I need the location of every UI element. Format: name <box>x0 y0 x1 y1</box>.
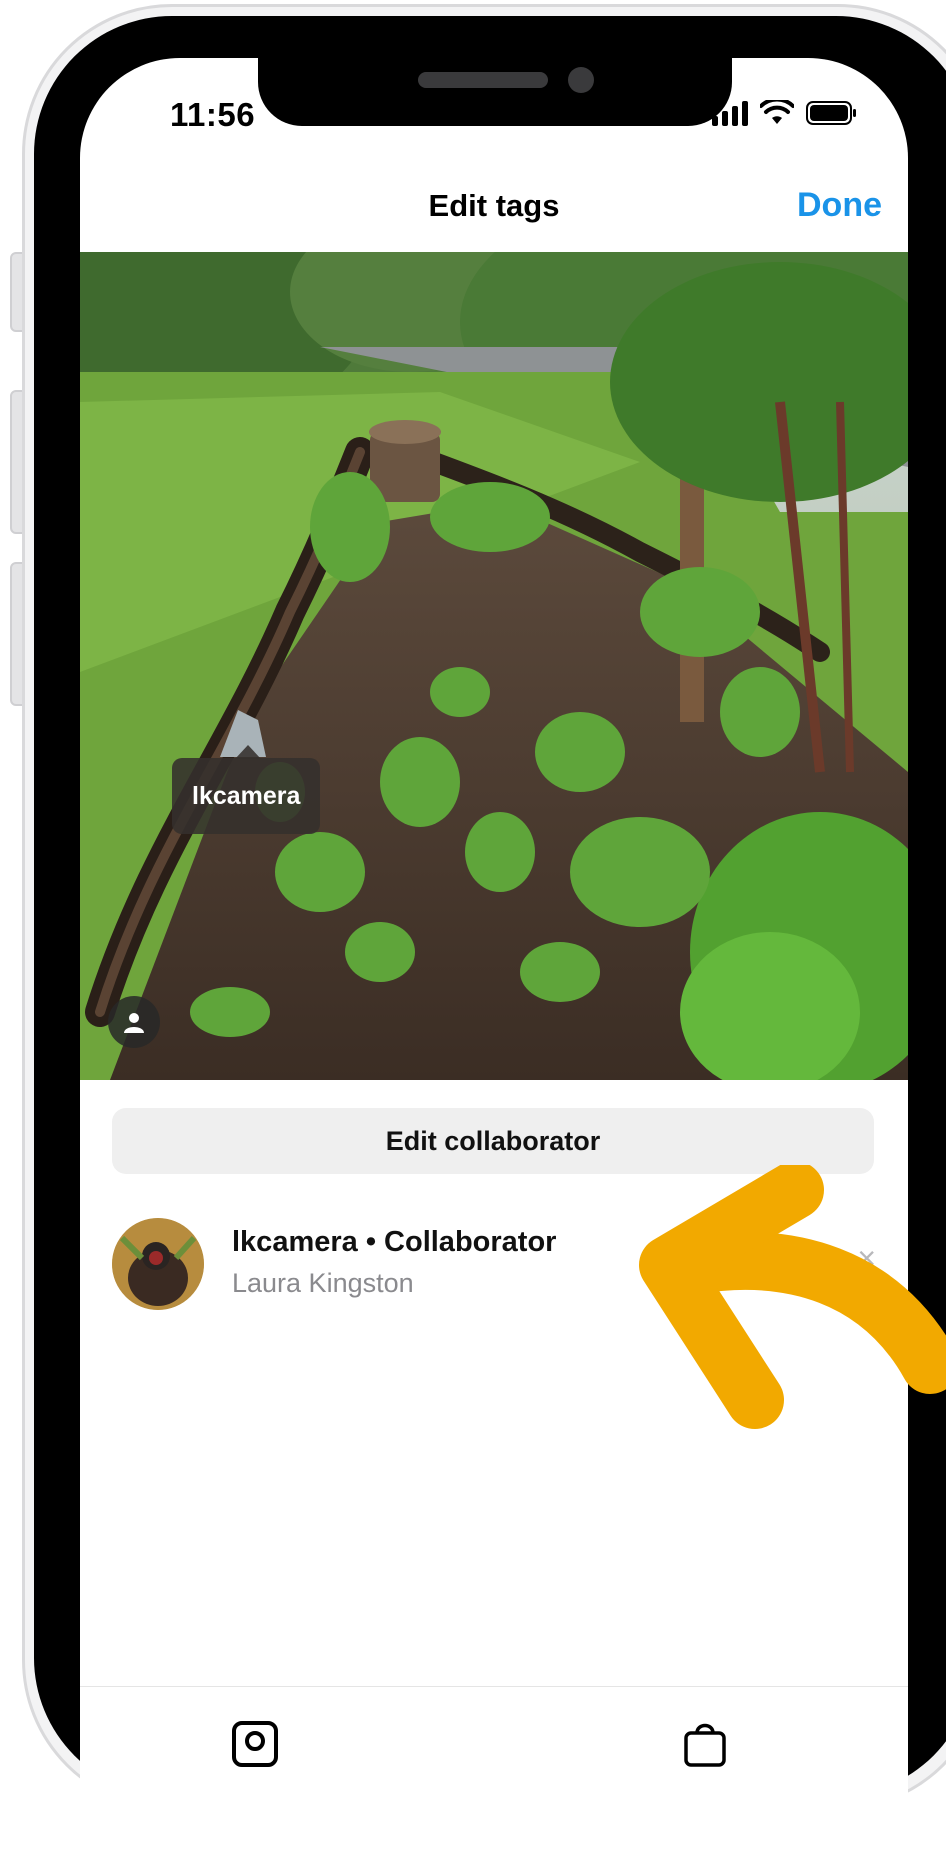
done-button[interactable]: Done <box>797 186 882 225</box>
page-title: Edit tags <box>428 188 560 223</box>
notch <box>258 58 732 126</box>
avatar <box>112 1218 204 1310</box>
collaborator-title: lkcamera • Collaborator <box>232 1226 557 1258</box>
front-camera <box>568 67 594 93</box>
tag-people-icon[interactable] <box>230 1719 280 1769</box>
battery-icon <box>806 101 856 125</box>
bottom-tab-bar <box>80 1686 908 1858</box>
cellular-signal-icon <box>712 100 748 126</box>
status-time: 11:56 <box>170 96 256 133</box>
tag-pointer <box>235 745 261 759</box>
tagged-people-icon[interactable] <box>108 996 160 1048</box>
person-icon <box>124 1013 144 1033</box>
photo-tag-lkcamera[interactable]: lkcamera <box>172 758 321 834</box>
status-icons <box>712 100 858 126</box>
tag-products-icon[interactable] <box>680 1719 730 1769</box>
phone-screen: 11:56 Edit tags Done lkcamera Edit colla… <box>80 58 908 1858</box>
wifi-icon <box>760 100 794 124</box>
post-photo[interactable] <box>80 252 908 1080</box>
speaker-grille <box>418 72 548 88</box>
garden-photo-illustration <box>80 252 908 1080</box>
annotation-arrow-icon <box>639 1165 946 1429</box>
collaborator-full-name: Laura Kingston <box>232 1268 414 1298</box>
